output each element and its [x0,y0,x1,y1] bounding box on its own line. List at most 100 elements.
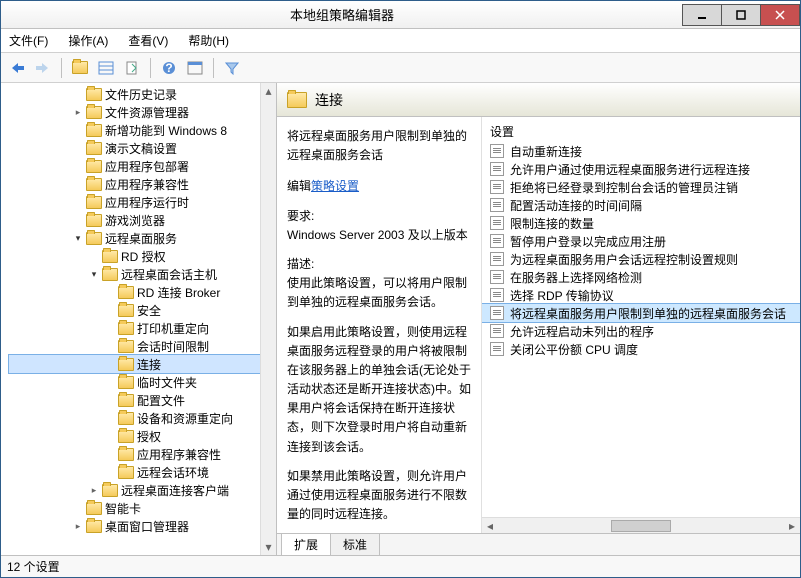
tree-item[interactable]: ▾ 远程桌面服务 [9,229,276,247]
twisty-none [73,161,83,171]
scroll-right-icon[interactable]: ▸ [784,519,800,533]
tree-item[interactable]: 临时文件夹 [9,373,276,391]
collapse-icon[interactable]: ▾ [89,269,99,279]
folder-icon [118,466,134,479]
list-item[interactable]: 配置活动连接的时间间隔 [482,196,800,214]
twisty-none [105,467,115,477]
list-item[interactable]: 限制连接的数量 [482,214,800,232]
tree-item[interactable]: 打印机重定向 [9,319,276,337]
list-item[interactable]: 暂停用户登录以完成应用注册 [482,232,800,250]
tree-item[interactable]: 远程会话环境 [9,463,276,481]
list-item[interactable]: 选择 RDP 传输协议 [482,286,800,304]
list-item[interactable]: 允许远程启动未列出的程序 [482,322,800,340]
tree-item[interactable]: 设备和资源重定向 [9,409,276,427]
scroll-down-icon[interactable]: ▾ [261,539,276,555]
tree-item[interactable]: 文件历史记录 [9,85,276,103]
expand-icon[interactable]: ▸ [73,107,83,117]
twisty-none [105,323,115,333]
twisty-none [105,377,115,387]
scroll-up-icon[interactable]: ▴ [261,83,276,99]
list-hscrollbar[interactable]: ◂ ▸ [482,517,800,533]
tree-item[interactable]: 演示文稿设置 [9,139,276,157]
tree-item[interactable]: ▸文件资源管理器 [9,103,276,121]
tree-item[interactable]: 应用程序兼容性 [9,445,276,463]
tree-item-label: RD 连接 Broker [137,284,220,301]
menubar: 文件(F) 操作(A) 查看(V) 帮助(H) [1,29,800,53]
tree-item[interactable]: ▾远程桌面会话主机 [9,265,276,283]
tree-item-label: 桌面窗口管理器 [105,518,189,535]
menu-action[interactable]: 操作(A) [64,30,112,51]
list-header[interactable]: 设置 [482,117,800,142]
list-item-label: 允许用户通过使用远程桌面服务进行远程连接 [510,161,750,178]
tree-item[interactable]: 会话时间限制 [9,337,276,355]
tree-item[interactable]: 应用程序运行时 [9,193,276,211]
tab-extended[interactable]: 扩展 [281,534,331,556]
policy-icon [490,216,504,230]
folder-icon [118,448,134,461]
tree-pane[interactable]: 文件历史记录▸文件资源管理器新增功能到 Windows 8演示文稿设置应用程序包… [1,83,277,555]
list-item-label: 关闭公平份额 CPU 调度 [510,341,638,358]
tb-list-icon[interactable] [94,56,118,80]
list-item-label: 配置活动连接的时间间隔 [510,197,642,214]
tb-filter-icon[interactable] [220,56,244,80]
tree-item[interactable]: RD 授权 [9,247,276,265]
twisty-none [89,251,99,261]
list-item[interactable]: 在服务器上选择网络检测 [482,268,800,286]
list-item[interactable]: 关闭公平份额 CPU 调度 [482,340,800,358]
policy-icon [490,270,504,284]
menu-file[interactable]: 文件(F) [5,30,52,51]
tree-item-label: 新增功能到 Windows 8 [105,122,227,139]
tb-folder-icon[interactable] [68,56,92,80]
menu-view[interactable]: 查看(V) [124,30,172,51]
twisty-none [105,341,115,351]
tree-item[interactable]: RD 连接 Broker [9,283,276,301]
list-item[interactable]: 自动重新连接 [482,142,800,160]
twisty-none [105,449,115,459]
tree-item[interactable]: 授权 [9,427,276,445]
desc-p2: 如果启用此策略设置，则使用远程桌面服务远程登录的用户将被限制在该服务器上的单独会… [287,323,473,457]
tree-item[interactable]: 配置文件 [9,391,276,409]
tree-item[interactable]: 新增功能到 Windows 8 [9,121,276,139]
tb-properties-icon[interactable] [183,56,207,80]
tree-item[interactable]: 智能卡 [9,499,276,517]
desc-p1: 使用此策略设置，可以将用户限制到单独的远程桌面服务会话。 [287,276,467,309]
forward-button[interactable] [31,56,55,80]
tree-item[interactable]: 连接 [9,355,276,373]
edit-policy-link[interactable]: 策略设置 [311,179,359,193]
back-button[interactable] [5,56,29,80]
tree-item[interactable]: 应用程序包部署 [9,157,276,175]
menu-help[interactable]: 帮助(H) [184,30,233,51]
tree-scrollbar[interactable]: ▴ ▾ [260,83,276,555]
policy-icon [490,342,504,356]
list-item[interactable]: 拒绝将已经登录到控制台会话的管理员注销 [482,178,800,196]
tree-item-label: 设备和资源重定向 [137,410,233,427]
tree-item[interactable]: 安全 [9,301,276,319]
tb-export-icon[interactable] [120,56,144,80]
list-item[interactable]: 为远程桌面服务用户会话远程控制设置规则 [482,250,800,268]
tab-standard[interactable]: 标准 [330,534,380,556]
tree-item[interactable]: 游戏浏览器 [9,211,276,229]
list-item[interactable]: 允许用户通过使用远程桌面服务进行远程连接 [482,160,800,178]
tree-item[interactable]: 应用程序兼容性 [9,175,276,193]
folder-icon [86,106,102,119]
scroll-left-icon[interactable]: ◂ [482,519,498,533]
req-value: Windows Server 2003 及以上版本 [287,228,468,242]
folder-icon [102,484,118,497]
tree-item[interactable]: ▸远程桌面连接客户端 [9,481,276,499]
tree-item-label: 应用程序兼容性 [105,176,189,193]
minimize-button[interactable] [682,4,722,26]
expand-icon[interactable]: ▸ [89,485,99,495]
tb-help-icon[interactable]: ? [157,56,181,80]
list-item[interactable]: 将远程桌面服务用户限制到单独的远程桌面服务会话 [482,304,800,322]
close-button[interactable] [760,4,800,26]
list-item-label: 自动重新连接 [510,143,582,160]
collapse-icon[interactable]: ▾ [73,233,83,243]
policy-icon [490,144,504,158]
twisty-none [73,215,83,225]
maximize-button[interactable] [721,4,761,26]
tree-item-label: 远程桌面服务 [105,230,177,247]
scroll-thumb[interactable] [611,520,671,532]
tree-item[interactable]: ▸ 桌面窗口管理器 [9,517,276,535]
twisty-none [105,287,115,297]
expand-icon[interactable]: ▸ [73,521,83,531]
